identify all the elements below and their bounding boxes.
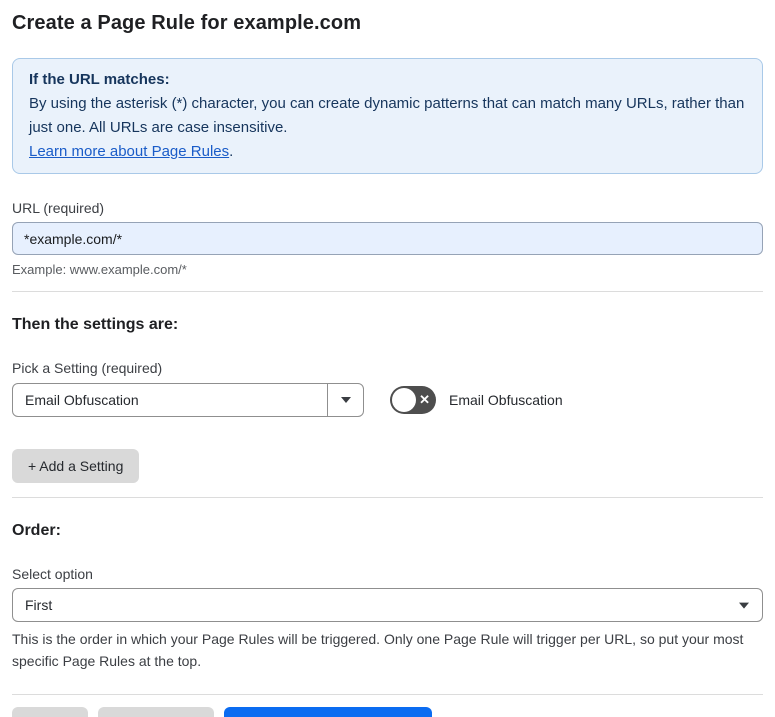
- email-obfuscation-toggle[interactable]: ✕: [390, 386, 436, 414]
- section-divider: [12, 497, 763, 498]
- url-example-hint: Example: www.example.com/*: [12, 262, 187, 277]
- info-box-body: By using the asterisk (*) character, you…: [29, 95, 745, 136]
- order-select-value: First: [25, 597, 53, 613]
- url-field-label: URL (required): [12, 200, 105, 216]
- save-as-draft-button[interactable]: Save as Draft: [97, 707, 215, 717]
- footer-divider: [12, 694, 763, 695]
- learn-more-link[interactable]: Learn more about Page Rules: [29, 143, 229, 160]
- setting-select-arrow-button[interactable]: [327, 384, 363, 416]
- order-description: This is the order in which your Page Rul…: [12, 631, 744, 669]
- order-select-label: Select option: [12, 566, 93, 582]
- cancel-button[interactable]: Cancel: [12, 707, 88, 717]
- chevron-down-icon: [340, 397, 351, 403]
- toggle-off-x-icon: ✕: [419, 392, 430, 408]
- pick-setting-label: Pick a Setting (required): [12, 360, 163, 376]
- chevron-down-icon: [739, 602, 749, 609]
- toggle-label: Email Obfuscation: [449, 392, 563, 408]
- section-divider: [12, 291, 763, 292]
- url-matches-info-box: If the URL matches: By using the asteris…: [12, 58, 763, 174]
- setting-row: Email Obfuscation ✕ Email Obfuscation: [12, 383, 763, 417]
- url-input[interactable]: [12, 222, 763, 255]
- page-rule-form: Create a Page Rule for example.com If th…: [0, 0, 775, 717]
- page-title: Create a Page Rule for example.com: [12, 12, 362, 34]
- setting-select[interactable]: Email Obfuscation: [12, 383, 364, 417]
- save-and-deploy-button[interactable]: Save and Deploy Page Rule: [224, 707, 433, 717]
- footer-actions: Cancel Save as Draft Save and Deploy Pag…: [12, 707, 763, 717]
- setting-select-value: Email Obfuscation: [25, 392, 139, 408]
- link-suffix: .: [229, 143, 234, 160]
- info-box-link-line: Learn more about Page Rules.: [29, 140, 746, 164]
- add-setting-button[interactable]: + Add a Setting: [12, 449, 140, 483]
- order-section-heading: Order:: [12, 522, 61, 539]
- toggle-knob: [392, 388, 416, 412]
- info-box-heading: If the URL matches:: [29, 71, 170, 88]
- settings-section-heading: Then the settings are:: [12, 316, 179, 333]
- order-select[interactable]: First: [12, 588, 763, 622]
